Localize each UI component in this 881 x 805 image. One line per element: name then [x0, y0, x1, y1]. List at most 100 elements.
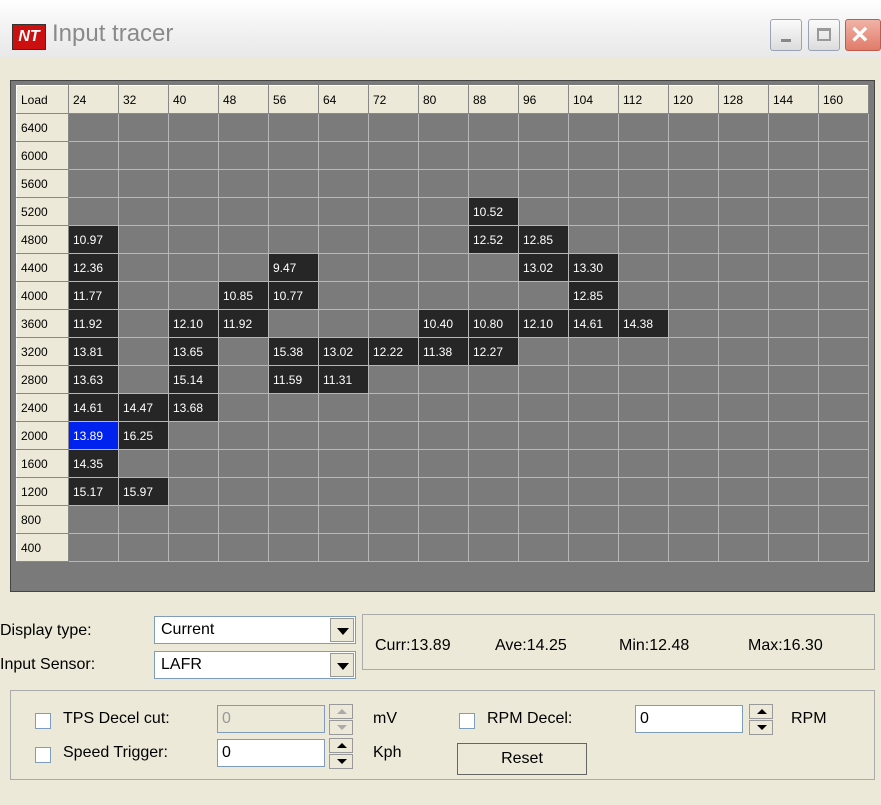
grid-cell[interactable] — [318, 309, 369, 338]
grid-cell[interactable] — [118, 309, 169, 338]
grid-cell[interactable] — [168, 477, 219, 506]
display-type-select[interactable]: Current — [154, 616, 356, 644]
grid-cell[interactable] — [118, 533, 169, 562]
grid-cell[interactable] — [368, 477, 419, 506]
grid-cell[interactable] — [418, 365, 469, 394]
grid-cell[interactable]: 13.02 — [518, 253, 569, 282]
grid-cell[interactable] — [518, 113, 569, 142]
grid-cell[interactable] — [118, 505, 169, 534]
grid-cell[interactable] — [268, 169, 319, 198]
grid-cell[interactable]: 11.38 — [418, 337, 469, 366]
grid-cell[interactable] — [718, 197, 769, 226]
grid-cell[interactable] — [518, 449, 569, 478]
grid-cell[interactable] — [518, 169, 569, 198]
grid-cell[interactable]: 15.97 — [118, 477, 169, 506]
grid-cell[interactable] — [718, 421, 769, 450]
grid-cell[interactable] — [318, 141, 369, 170]
grid-cell[interactable] — [418, 505, 469, 534]
grid-cell[interactable] — [268, 393, 319, 422]
grid-cell[interactable]: 15.17 — [68, 477, 119, 506]
spin-up-icon[interactable] — [329, 704, 353, 719]
grid-cell[interactable] — [568, 393, 619, 422]
grid-cell[interactable] — [318, 113, 369, 142]
grid-cell[interactable] — [668, 477, 719, 506]
grid-cell[interactable]: 14.47 — [118, 393, 169, 422]
grid-cell[interactable] — [818, 421, 869, 450]
grid-cell[interactable]: 10.80 — [468, 309, 519, 338]
grid-cell[interactable] — [118, 281, 169, 310]
input-sensor-select[interactable]: LAFR — [154, 651, 356, 679]
grid-cell[interactable] — [768, 449, 819, 478]
grid-cell[interactable] — [568, 421, 619, 450]
grid-cell[interactable] — [318, 421, 369, 450]
grid-cell[interactable] — [818, 253, 869, 282]
grid-cell[interactable] — [618, 197, 669, 226]
grid-cell[interactable] — [418, 281, 469, 310]
grid-cell[interactable] — [218, 505, 269, 534]
grid-cell[interactable]: 15.38 — [268, 337, 319, 366]
grid-cell[interactable]: 13.65 — [168, 337, 219, 366]
grid-cell[interactable] — [718, 337, 769, 366]
grid-cell[interactable]: 11.31 — [318, 365, 369, 394]
grid-cell[interactable] — [268, 533, 319, 562]
grid-cell[interactable] — [468, 393, 519, 422]
grid-cell[interactable] — [818, 337, 869, 366]
grid-cell[interactable] — [468, 421, 519, 450]
grid-cell[interactable] — [468, 281, 519, 310]
grid-cell[interactable] — [368, 505, 419, 534]
grid-cell[interactable] — [668, 533, 719, 562]
grid-cell[interactable] — [618, 533, 669, 562]
grid-cell[interactable]: 12.85 — [518, 225, 569, 254]
spin-up-icon[interactable] — [329, 738, 353, 753]
grid-cell[interactable] — [518, 533, 569, 562]
grid-cell[interactable] — [818, 281, 869, 310]
grid-cell[interactable]: 14.61 — [68, 393, 119, 422]
grid-cell[interactable] — [168, 533, 219, 562]
grid-cell[interactable] — [768, 253, 819, 282]
grid-cell[interactable] — [68, 113, 119, 142]
grid-cell[interactable] — [768, 113, 819, 142]
grid-cell[interactable] — [218, 253, 269, 282]
grid-cell[interactable] — [168, 197, 219, 226]
grid-cell[interactable] — [168, 421, 219, 450]
grid-cell[interactable] — [68, 533, 119, 562]
grid-cell[interactable] — [368, 225, 419, 254]
grid-cell[interactable] — [668, 113, 719, 142]
grid-cell[interactable] — [668, 449, 719, 478]
grid-cell[interactable]: 11.77 — [68, 281, 119, 310]
grid-cell[interactable] — [168, 253, 219, 282]
grid-cell[interactable] — [118, 449, 169, 478]
grid-cell[interactable] — [68, 505, 119, 534]
grid-cell[interactable] — [818, 393, 869, 422]
grid-cell[interactable] — [268, 197, 319, 226]
grid-cell[interactable] — [418, 113, 469, 142]
grid-cell[interactable] — [468, 253, 519, 282]
grid-cell[interactable] — [668, 141, 719, 170]
grid-cell[interactable] — [218, 393, 269, 422]
grid-cell[interactable] — [518, 421, 569, 450]
grid-cell[interactable]: 12.36 — [68, 253, 119, 282]
grid-cell[interactable] — [368, 533, 419, 562]
grid-cell[interactable] — [568, 449, 619, 478]
grid-cell[interactable] — [818, 169, 869, 198]
grid-cell[interactable] — [668, 365, 719, 394]
grid-cell[interactable] — [518, 477, 569, 506]
grid-cell[interactable] — [218, 169, 269, 198]
grid-cell[interactable] — [368, 113, 419, 142]
grid-cell[interactable] — [718, 393, 769, 422]
spin-down-icon[interactable] — [329, 754, 353, 769]
grid-cell[interactable] — [568, 477, 619, 506]
chevron-down-icon[interactable] — [330, 618, 354, 642]
rpm-decel-input[interactable]: 0 — [635, 705, 743, 733]
grid-cell[interactable] — [218, 477, 269, 506]
grid-cell[interactable] — [668, 505, 719, 534]
grid-cell[interactable] — [168, 281, 219, 310]
grid-cell[interactable] — [818, 197, 869, 226]
grid-cell[interactable]: 15.14 — [168, 365, 219, 394]
maximize-button[interactable] — [808, 19, 840, 51]
grid-cell[interactable] — [718, 505, 769, 534]
grid-cell[interactable] — [718, 225, 769, 254]
grid-cell[interactable]: 11.92 — [218, 309, 269, 338]
grid-cell[interactable] — [668, 253, 719, 282]
grid-cell[interactable]: 13.68 — [168, 393, 219, 422]
